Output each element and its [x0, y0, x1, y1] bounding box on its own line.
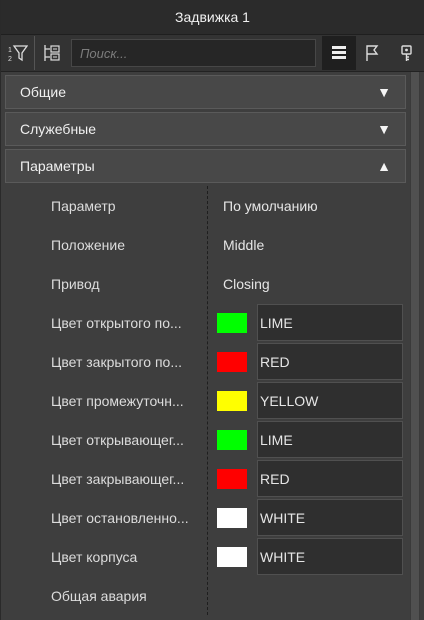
section-general[interactable]: Общие ▼ — [5, 75, 406, 109]
property-name: Цвет остановленно... — [51, 509, 189, 526]
search-input[interactable] — [71, 39, 316, 67]
scrollbar-thumb[interactable] — [411, 72, 419, 620]
color-swatch[interactable] — [217, 429, 247, 450]
color-field[interactable]: WHITE — [257, 538, 403, 575]
property-name: Цвет закрытого по... — [51, 353, 182, 370]
color-value: RED — [217, 343, 403, 380]
collapse-tree-icon[interactable] — [35, 36, 69, 70]
property-value[interactable]: Middle — [223, 237, 264, 253]
chevron-up-icon: ▲ — [377, 158, 391, 174]
color-name: WHITE — [260, 509, 306, 526]
property-row[interactable]: Цвет закрытого по... RED — [5, 342, 406, 381]
property-name: Цвет корпуса — [51, 548, 138, 565]
sort-filter-icon[interactable]: 12 — [1, 36, 35, 70]
color-swatch[interactable] — [217, 351, 247, 372]
property-name: Привод — [51, 275, 100, 292]
color-field[interactable]: YELLOW — [257, 382, 403, 419]
property-row[interactable]: Привод Closing — [5, 264, 406, 303]
color-name: LIME — [260, 314, 293, 331]
property-name: Цвет открывающег... — [51, 431, 184, 448]
section-parameters[interactable]: Параметры ▲ — [5, 149, 406, 183]
parameter-list: Параметр По умолчанию Положение Middle Приво… — [5, 186, 406, 615]
chevron-down-icon: ▼ — [377, 121, 391, 137]
color-value: RED — [217, 460, 403, 497]
color-value: YELLOW — [217, 382, 403, 419]
color-swatch[interactable] — [217, 312, 247, 333]
property-name: Общая авария — [51, 587, 147, 604]
svg-text:2: 2 — [8, 56, 12, 63]
color-field[interactable]: RED — [257, 460, 403, 497]
color-swatch[interactable] — [217, 507, 247, 528]
list-view-icon[interactable] — [322, 36, 356, 70]
color-field[interactable]: LIME — [257, 421, 403, 458]
color-field[interactable]: RED — [257, 343, 403, 380]
property-row[interactable]: Цвет закрывающег... RED — [5, 459, 406, 498]
color-name: RED — [260, 470, 290, 487]
color-name: LIME — [260, 431, 293, 448]
property-row[interactable]: Цвет корпуса WHITE — [5, 537, 406, 576]
color-field[interactable]: LIME — [257, 304, 403, 341]
color-value: LIME — [217, 421, 403, 458]
property-name: Положение — [51, 236, 125, 253]
property-row[interactable]: Общая авария — [5, 576, 406, 615]
color-swatch[interactable] — [217, 390, 247, 411]
property-value[interactable]: По умолчанию — [223, 198, 318, 214]
property-row[interactable]: Цвет открытого по... LIME — [5, 303, 406, 342]
section-label: Служебные — [20, 121, 97, 137]
property-name: Цвет промежуточн... — [51, 392, 184, 409]
property-grid: Общие ▼ Служебные ▼ Параметры ▲ Параметр… — [5, 72, 406, 620]
color-field[interactable]: WHITE — [257, 499, 403, 536]
property-row[interactable]: Цвет промежуточн... YELLOW — [5, 381, 406, 420]
toolbar: 12 — [1, 35, 424, 72]
property-value[interactable]: Closing — [223, 276, 270, 292]
color-name: WHITE — [260, 548, 306, 565]
section-service[interactable]: Служебные ▼ — [5, 112, 406, 146]
color-name: YELLOW — [260, 392, 319, 409]
chevron-down-icon: ▼ — [377, 84, 391, 100]
vertical-scrollbar[interactable] — [410, 72, 420, 620]
property-name: Цвет открытого по... — [51, 314, 182, 331]
color-swatch[interactable] — [217, 546, 247, 567]
color-swatch[interactable] — [217, 468, 247, 489]
section-label: Параметры — [20, 158, 95, 174]
color-value: WHITE — [217, 538, 403, 575]
property-name: Цвет закрывающег... — [51, 470, 185, 487]
property-name: Параметр — [51, 197, 116, 214]
property-row[interactable]: Цвет остановленно... WHITE — [5, 498, 406, 537]
properties-window: Задвижка 1 12 Общие ▼ Служебные ▼ Параме… — [0, 0, 424, 620]
property-row[interactable]: Параметр По умолчанию — [5, 186, 406, 225]
key-icon[interactable] — [390, 36, 424, 70]
flag-icon[interactable] — [356, 36, 390, 70]
color-name: RED — [260, 353, 290, 370]
column-divider[interactable] — [207, 186, 208, 615]
svg-text:1: 1 — [8, 47, 12, 54]
property-row[interactable]: Положение Middle — [5, 225, 406, 264]
color-value: WHITE — [217, 499, 403, 536]
color-value: LIME — [217, 304, 403, 341]
property-row[interactable]: Цвет открывающег... LIME — [5, 420, 406, 459]
section-label: Общие — [20, 84, 67, 100]
window-title: Задвижка 1 — [1, 0, 424, 35]
